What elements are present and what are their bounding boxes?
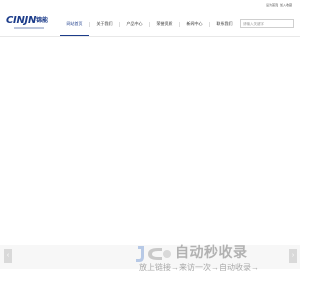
nav-item-contact[interactable]: 联系我们 <box>210 14 239 36</box>
site-logo[interactable]: CINJN 锦能 <box>6 15 52 33</box>
logo-tagline <box>14 27 44 29</box>
watermark-title: 自动秒收录 <box>175 244 248 260</box>
nav-item-home[interactable]: 网站首页 <box>60 14 89 36</box>
slider-next-button[interactable]: › <box>289 249 297 263</box>
add-favorite-link[interactable]: 加入收藏 <box>280 3 292 7</box>
nav-item-products[interactable]: 产品中心 <box>120 14 149 36</box>
logo-wordmark: CINJN <box>6 15 37 26</box>
watermark-logo-icon <box>136 246 171 262</box>
top-links-divider <box>277 4 278 7</box>
logo-chinese-name: 锦能 <box>36 18 49 24</box>
nav-item-news[interactable]: 新闻中心 <box>180 14 209 36</box>
watermark-subtitle: 放上链接→来访一次→自动收录→ <box>139 263 259 272</box>
page: 设为首页 加入收藏 CINJN 锦能 网站首页 关于我们 产品中心 荣誉资质 新… <box>0 0 300 300</box>
nav-item-honors[interactable]: 荣誉资质 <box>150 14 179 36</box>
main-nav: 网站首页 关于我们 产品中心 荣誉资质 新闻中心 联系我们 <box>60 14 238 36</box>
search-input[interactable] <box>240 19 294 28</box>
hero-banner <box>0 37 300 245</box>
nav-item-about[interactable]: 关于我们 <box>90 14 119 36</box>
slider-prev-button[interactable]: ‹ <box>4 249 12 263</box>
